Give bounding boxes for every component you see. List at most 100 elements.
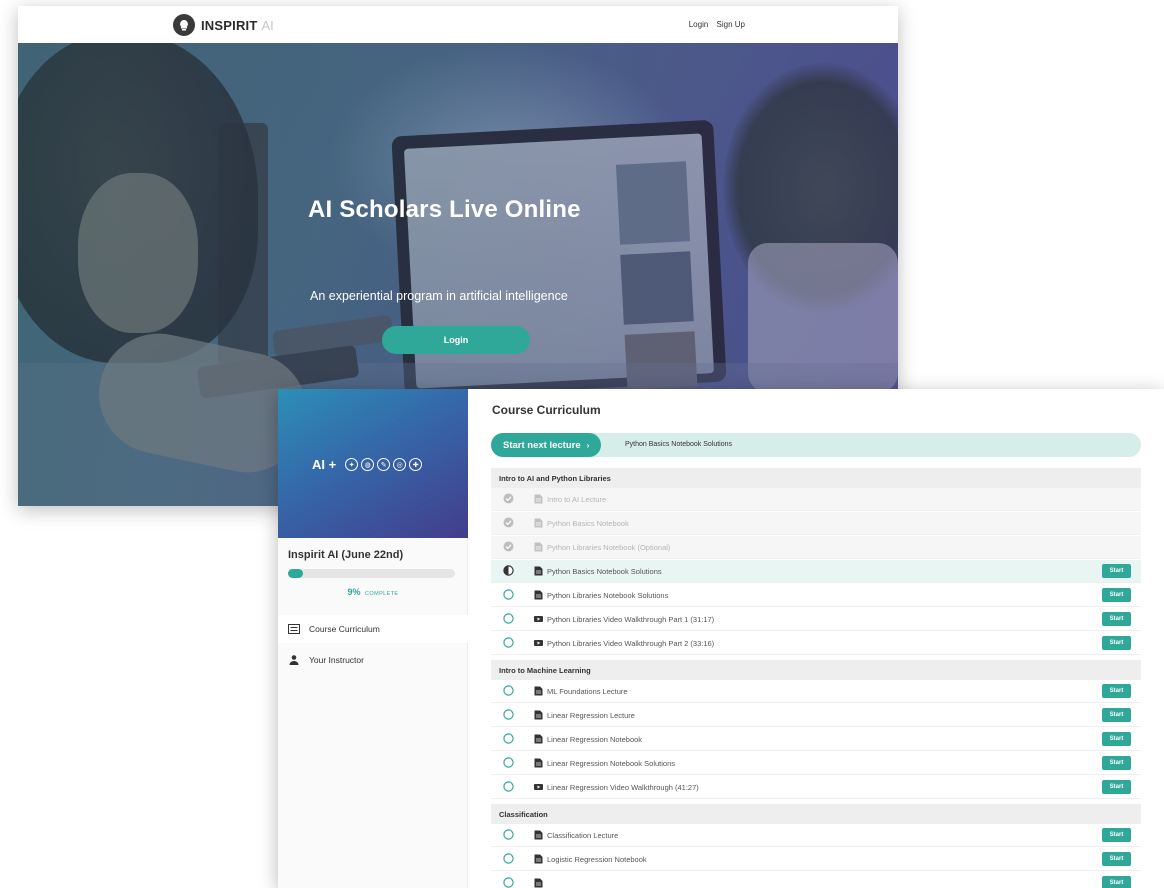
start-button[interactable]: Start (1102, 780, 1131, 794)
lecture-title: Linear Regression Video Walkthrough (41:… (547, 783, 699, 792)
lecture-row[interactable]: Linear Regression Video Walkthrough (41:… (491, 776, 1141, 799)
lecture-title: Linear Regression Notebook Solutions (547, 759, 675, 768)
user-icon (288, 655, 300, 665)
video-icon (534, 614, 543, 624)
start-next-lecture-label: Start next lecture (503, 439, 581, 451)
empty-circle-icon (503, 637, 514, 648)
document-icon (534, 686, 543, 696)
lecture-title: Classification Lecture (547, 831, 619, 840)
sidebar-item-label: Your Instructor (309, 655, 364, 665)
start-button[interactable]: Start (1102, 612, 1131, 626)
chat-icon: ✎ (377, 458, 391, 471)
brain-icon: ✦ (345, 458, 359, 471)
lecture-row[interactable]: Start (491, 872, 1141, 888)
lecture-row[interactable]: Python Libraries Video Walkthrough Part … (491, 632, 1141, 655)
start-next-lecture-button[interactable]: Start next lecture › (491, 433, 602, 457)
lecture-title: Python Basics Notebook (547, 519, 629, 528)
lecture-row[interactable]: Logistic Regression Notebook Start (491, 848, 1141, 871)
hero-title: AI Scholars Live Online (308, 196, 581, 223)
logo-text: INSPIRIT (201, 17, 258, 33)
curriculum-main: Course Curriculum Start next lecture › P… (480, 389, 1164, 888)
logo-text-ai: AI (261, 17, 274, 33)
lecture-row[interactable]: Python Basics Notebook Solutions Start (491, 560, 1141, 583)
start-button[interactable]: Start (1102, 852, 1131, 866)
arrow-right-icon: › (586, 440, 590, 450)
video-icon (534, 782, 543, 792)
progress-fill (288, 569, 304, 578)
empty-circle-icon (503, 781, 514, 792)
completed-check-icon (503, 541, 514, 552)
half-circle-icon (503, 565, 514, 576)
lightbulb-head-icon (173, 14, 195, 36)
empty-circle-icon (503, 589, 514, 600)
completed-check-icon (503, 517, 514, 528)
page-title: Course Curriculum (492, 403, 601, 417)
start-button[interactable]: Start (1102, 636, 1131, 650)
lecture-title: Python Libraries Notebook (Optional) (547, 543, 671, 552)
progress-bar (288, 569, 455, 578)
section-header: Intro to Machine Learning (491, 660, 1141, 680)
empty-circle-icon (503, 709, 514, 720)
document-icon (534, 542, 543, 552)
lecture-row[interactable]: Python Libraries Notebook (Optional) (491, 536, 1141, 559)
sidebar-item-label: Course Curriculum (309, 624, 380, 634)
start-button[interactable]: Start (1102, 684, 1131, 698)
start-button[interactable]: Start (1102, 588, 1131, 602)
lecture-row[interactable]: ML Foundations Lecture Start (491, 680, 1141, 703)
lecture-row[interactable]: Python Libraries Video Walkthrough Part … (491, 608, 1141, 631)
lecture-title: Python Basics Notebook Solutions (547, 567, 662, 576)
lecture-row[interactable]: Linear Regression Notebook Solutions Star… (491, 752, 1141, 775)
empty-circle-icon (503, 613, 514, 624)
empty-circle-icon (503, 733, 514, 744)
lecture-row[interactable]: Python Basics Notebook (491, 512, 1141, 535)
banner-content: AI + ✦ ◍ ✎ ◎ ✚ (312, 457, 423, 472)
start-button[interactable]: Start (1102, 732, 1131, 746)
start-button[interactable]: Start (1102, 876, 1131, 888)
sidebar-item-course-curriculum[interactable]: Course Curriculum (278, 615, 468, 643)
lecture-row[interactable]: Linear Regression Notebook Start (491, 728, 1141, 751)
nav-links: Login Sign Up (683, 20, 745, 29)
nav-signup-link[interactable]: Sign Up (717, 20, 745, 29)
nav-login-link[interactable]: Login (689, 20, 709, 29)
hero-subtitle: An experiential program in artificial in… (310, 289, 568, 303)
next-lecture-title: Python Basics Notebook Solutions (625, 441, 733, 448)
empty-circle-icon (503, 757, 514, 768)
document-icon (534, 566, 543, 576)
document-icon (534, 734, 543, 744)
empty-circle-icon (503, 829, 514, 840)
start-button[interactable]: Start (1102, 708, 1131, 722)
lecture-row[interactable]: Linear Regression Lecture Start (491, 704, 1141, 727)
hero-login-button[interactable]: Login (382, 326, 530, 354)
lecture-row[interactable]: Intro to AI Lecture (491, 488, 1141, 511)
start-button[interactable]: Start (1102, 756, 1131, 770)
target-icon: ◎ (393, 458, 407, 471)
start-button[interactable]: Start (1102, 828, 1131, 842)
globe-icon: ◍ (361, 458, 375, 471)
section-header: Classification (491, 804, 1141, 824)
document-icon (534, 758, 543, 768)
start-button[interactable]: Start (1102, 564, 1131, 578)
lecture-title: ML Foundations Lecture (547, 687, 628, 696)
chart-icon: ✚ (409, 458, 423, 471)
list-icon (288, 624, 300, 634)
document-icon (534, 590, 543, 600)
lecture-title: Intro to AI Lecture (547, 495, 607, 504)
sidebar-item-your-instructor[interactable]: Your Instructor (278, 646, 468, 674)
lecture-title: Linear Regression Notebook (547, 735, 643, 744)
empty-circle-icon (503, 685, 514, 696)
banner-label: AI + (312, 457, 337, 472)
course-name: Inspirit AI (June 22nd) (288, 549, 404, 561)
lecture-row[interactable]: Classification Lecture Start (491, 824, 1141, 847)
logo[interactable]: INSPIRIT AI (173, 14, 274, 36)
progress-value: 9% (347, 587, 361, 597)
course-window: AI + ✦ ◍ ✎ ◎ ✚ Inspirit AI (June 22nd) 9… (278, 389, 1164, 888)
course-sidebar: AI + ✦ ◍ ✎ ◎ ✚ Inspirit AI (June 22nd) 9… (278, 389, 468, 888)
lecture-row[interactable]: Python Libraries Notebook Solutions Start (491, 584, 1141, 607)
document-icon (534, 518, 543, 528)
document-icon (534, 854, 543, 864)
empty-circle-icon (503, 853, 514, 864)
document-icon (534, 830, 543, 840)
lecture-title: Logistic Regression Notebook (547, 855, 647, 864)
section-header: Intro to AI and Python Libraries (491, 468, 1141, 488)
document-icon (534, 494, 543, 504)
